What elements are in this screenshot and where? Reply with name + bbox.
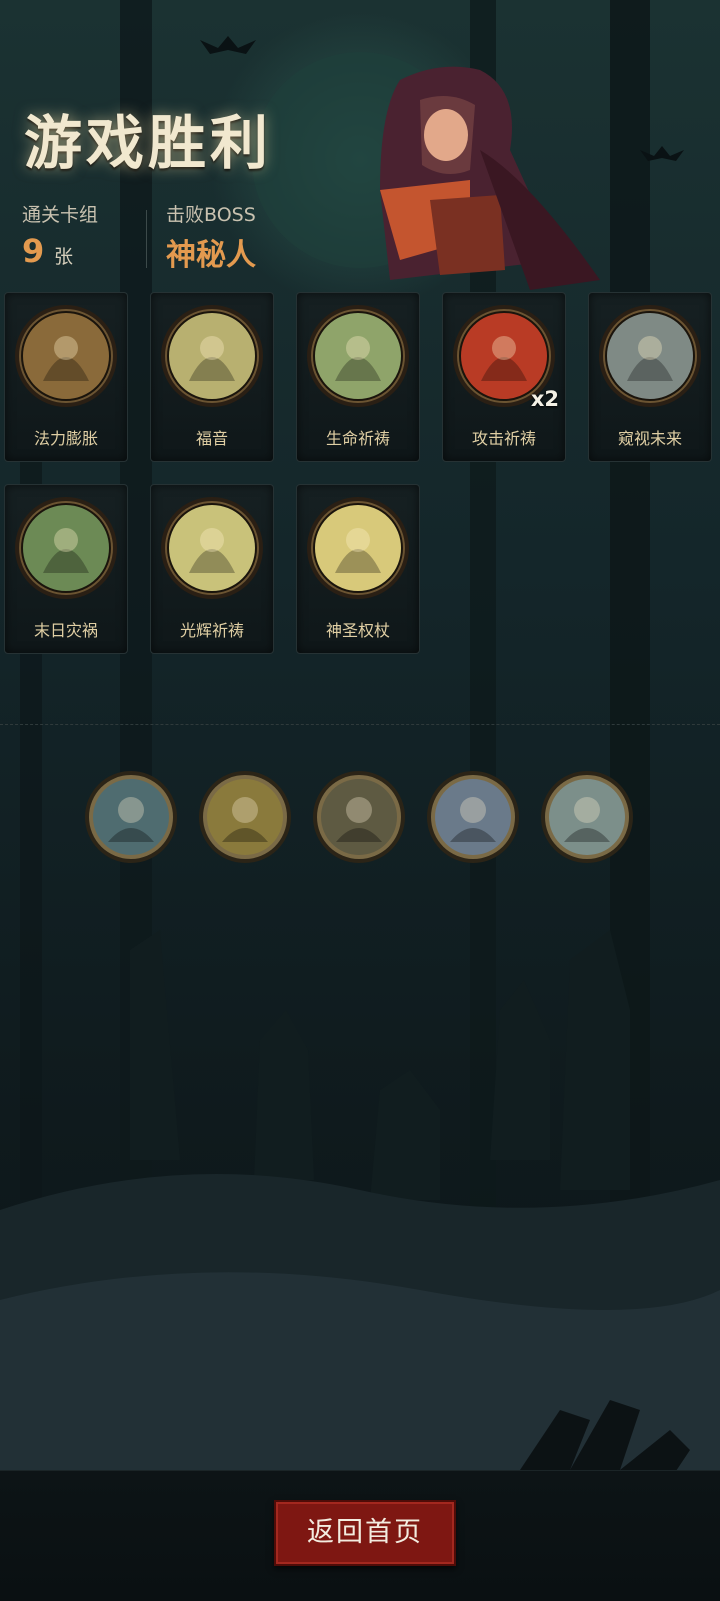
page-title: 游戏胜利 [24,109,273,177]
card-8[interactable]: 神圣权杖 [296,484,420,654]
red-blaze-icon [15,497,117,599]
spiral-staff-icon [599,305,701,407]
poker-cards-icon[interactable] [540,770,634,864]
card-label: 末日灾祸 [33,621,98,640]
card-label: 福音 [195,429,228,448]
stat-divider [146,210,147,268]
card-5[interactable]: 窥视未来 [588,292,712,462]
return-home-button[interactable]: 返回首页 [274,1500,456,1566]
card-3[interactable]: 生命祈祷 [296,292,420,462]
card-label: 光辉祈祷 [179,621,244,640]
card-1[interactable]: 法力膨胀 [4,292,128,462]
boss-label: 击败BOSS [166,204,256,226]
card-2[interactable]: 福音 [150,292,274,462]
holy-cross-icon [161,305,263,407]
card-label: 法力膨胀 [33,429,98,448]
section-divider [0,724,720,725]
card-label: 神圣权杖 [325,621,390,640]
deck-unit: 张 [54,246,74,268]
golden-angel-icon[interactable] [198,770,292,864]
crescent-moon-icon[interactable] [84,770,178,864]
mage-casting-icon [15,305,117,407]
card-label: 窥视未来 [617,429,682,448]
bearded-sage-icon[interactable] [312,770,406,864]
deck-label: 通关卡组 [22,204,99,226]
card-6[interactable]: 末日灾祸 [4,484,128,654]
hooded-priest-icon [161,497,263,599]
sprout-icon [307,305,409,407]
holy-scepter-icon [307,497,409,599]
card-4[interactable]: 攻击祈祷 x2 [442,292,566,462]
boss-name: 神秘人 [166,238,256,273]
deck-count: 9 [22,232,45,270]
screaming-man-icon[interactable] [426,770,520,864]
card-count-badge: x2 [530,387,559,411]
card-label: 攻击祈祷 [471,429,536,448]
card-label: 生命祈祷 [325,429,390,448]
card-7[interactable]: 光辉祈祷 [150,484,274,654]
